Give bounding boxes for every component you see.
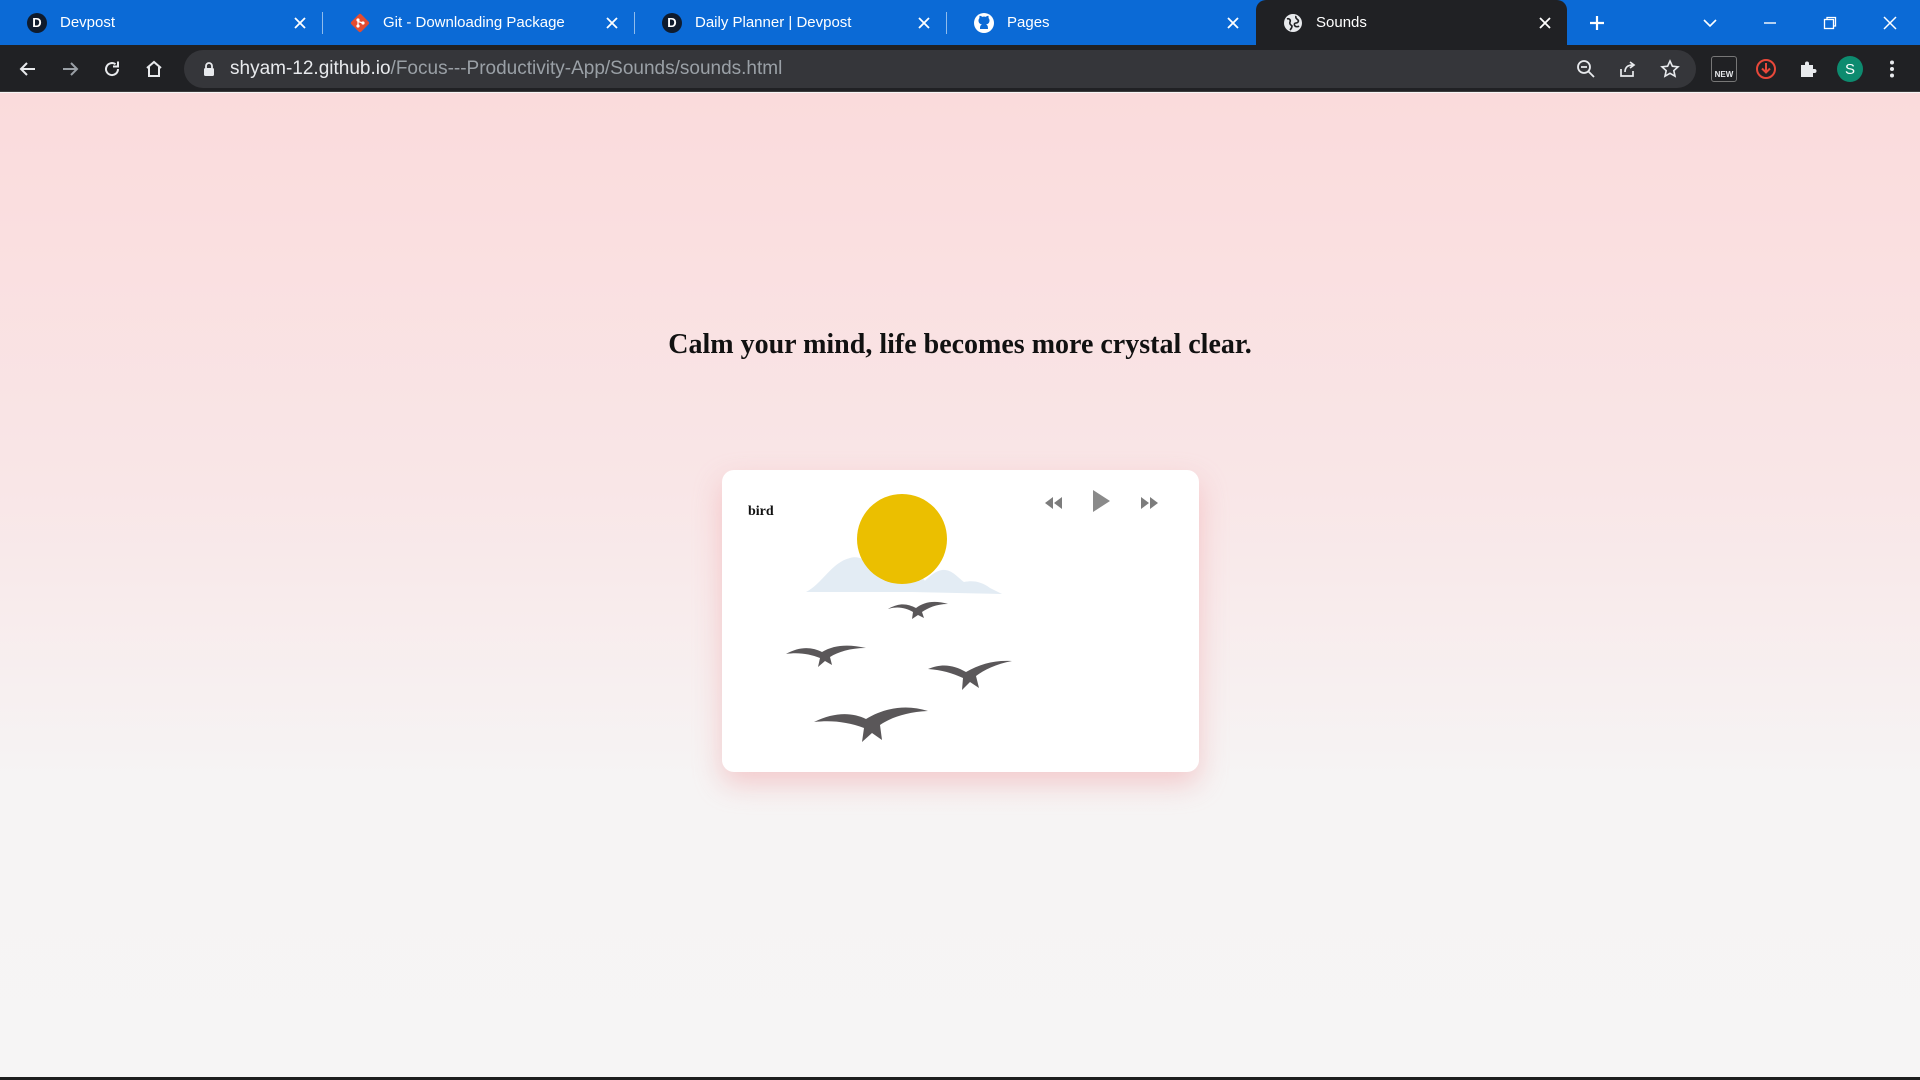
url-text: shyam-12.github.io/Focus---Productivity-… (230, 58, 782, 80)
close-icon[interactable] (912, 11, 936, 35)
rewind-button[interactable] (1043, 496, 1063, 510)
arrow-left-icon (19, 62, 35, 76)
bird-shape (928, 660, 1012, 690)
close-icon (1883, 15, 1897, 30)
new-tab-button[interactable] (1582, 8, 1612, 38)
rewind-icon (1045, 497, 1062, 509)
play-button[interactable] (1090, 488, 1112, 514)
extension-badge: NEW (1711, 56, 1737, 82)
puzzle-icon (1801, 61, 1817, 77)
extension-new-button[interactable]: NEW (1708, 53, 1740, 85)
forward-button[interactable] (54, 53, 86, 85)
bird-shape (888, 601, 948, 619)
profile-button[interactable]: S (1834, 53, 1866, 85)
restore-icon (1823, 16, 1837, 29)
chevron-down-icon (1703, 18, 1717, 27)
home-icon (146, 60, 162, 77)
address-bar[interactable]: shyam-12.github.io/Focus---Productivity-… (184, 50, 1696, 88)
close-icon[interactable] (1533, 11, 1557, 35)
sound-name: bird (748, 504, 774, 519)
plus-icon (1590, 16, 1604, 30)
tab-title: Git - Downloading Package (383, 14, 565, 31)
fast-forward-icon (1141, 497, 1158, 509)
play-icon (1093, 490, 1110, 512)
menu-button[interactable] (1876, 53, 1908, 85)
tab-pages[interactable]: Pages (947, 0, 1255, 45)
share-icon[interactable] (1614, 55, 1642, 83)
arrow-right-icon (63, 62, 79, 76)
lock-icon (200, 61, 218, 77)
url-host: shyam-12.github.io (230, 58, 391, 79)
avatar: S (1837, 56, 1863, 82)
home-button[interactable] (138, 53, 170, 85)
minimize-icon (1764, 21, 1776, 24)
github-icon (973, 12, 995, 34)
tab-devpost[interactable]: D Devpost (0, 0, 322, 45)
bird-shape (786, 645, 866, 667)
page-content: Calm your mind, life becomes more crysta… (0, 93, 1920, 1077)
download-extension-button[interactable] (1750, 53, 1782, 85)
tab-title: Daily Planner | Devpost (695, 14, 852, 31)
zoom-icon[interactable] (1572, 55, 1600, 83)
fast-forward-button[interactable] (1140, 496, 1160, 510)
close-icon[interactable] (288, 11, 312, 35)
restore-button[interactable] (1800, 0, 1860, 45)
close-icon[interactable] (1221, 11, 1245, 35)
bookmark-star-icon[interactable] (1656, 55, 1684, 83)
page-headline: Calm your mind, life becomes more crysta… (668, 329, 1252, 360)
tab-title: Pages (1007, 14, 1050, 31)
close-window-button[interactable] (1860, 0, 1920, 45)
devpost-icon: D (661, 12, 683, 34)
git-icon (349, 12, 371, 34)
bird-shape (814, 707, 928, 742)
devpost-icon: D (26, 12, 48, 34)
reload-icon (105, 61, 120, 77)
close-icon[interactable] (600, 11, 624, 35)
url-path: /Focus---Productivity-App/Sounds/sounds.… (390, 58, 783, 79)
minimize-button[interactable] (1740, 0, 1800, 45)
tab-search-button[interactable] (1680, 0, 1740, 45)
tab-strip: D Devpost Git - Downloading Package D Da… (0, 0, 1920, 45)
reload-button[interactable] (96, 53, 128, 85)
globe-icon (1282, 12, 1304, 34)
kebab-menu-icon (1890, 60, 1894, 78)
sun-clouds-birds-illustration (786, 494, 1012, 742)
tab-git[interactable]: Git - Downloading Package (323, 0, 634, 45)
sun-shape (857, 494, 947, 584)
back-button[interactable] (12, 53, 44, 85)
tab-daily-planner[interactable]: D Daily Planner | Devpost (635, 0, 946, 45)
download-icon (1756, 59, 1776, 79)
browser-toolbar: shyam-12.github.io/Focus---Productivity-… (0, 45, 1920, 92)
tab-title: Devpost (60, 14, 116, 31)
sound-player-card: bird (722, 470, 1199, 772)
tab-title: Sounds (1316, 14, 1367, 31)
tab-sounds[interactable]: Sounds (1256, 0, 1567, 45)
extensions-button[interactable] (1792, 53, 1824, 85)
